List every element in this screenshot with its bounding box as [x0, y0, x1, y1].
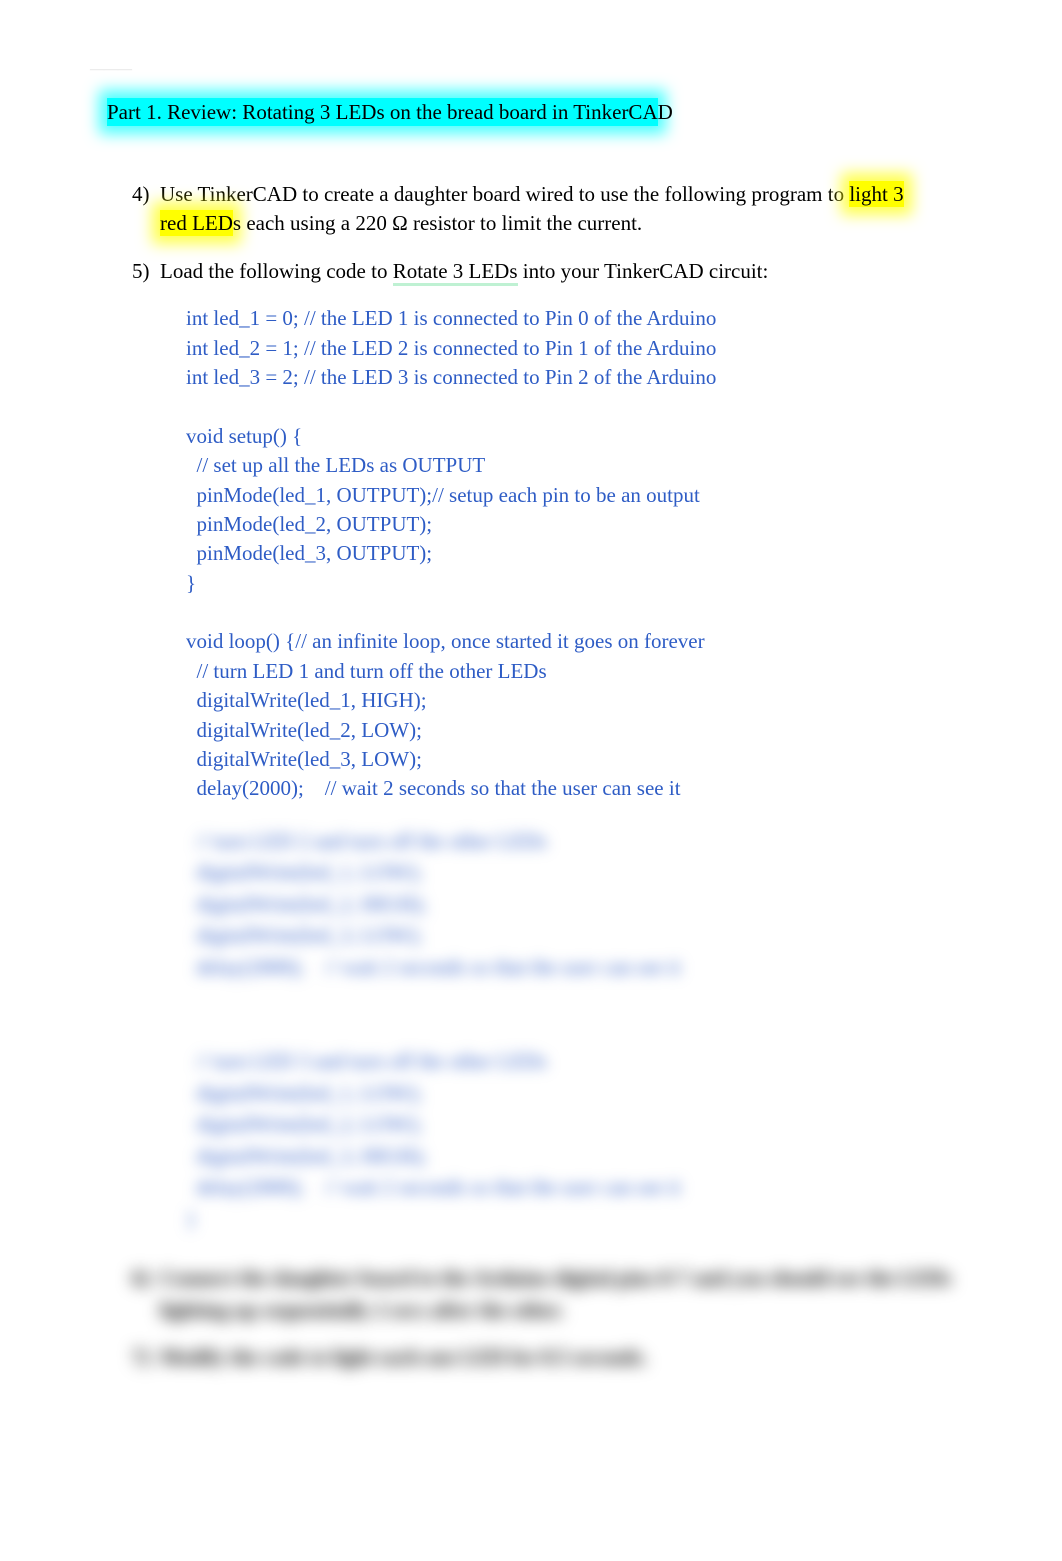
blurred-code-line: delay(2000); // wait 2 seconds so that t… — [186, 955, 681, 979]
code-line: digitalWrite(led_3, LOW); — [186, 747, 422, 771]
list-marker-4: 4) — [132, 180, 160, 239]
faded-header-mark: ——— — [90, 62, 132, 78]
blurred-code-line: digitalWrite(led_3, LOW); — [186, 923, 422, 947]
code-line: } — [186, 571, 196, 595]
blurred-code-line: // turn LED 2 and turn off the other LED… — [186, 829, 547, 853]
blurred-code-line: // turn LED 3 and turn off the other LED… — [186, 1049, 547, 1073]
blurred-code-block: // turn LED 2 and turn off the other LED… — [186, 826, 962, 1236]
heading-highlighted: Part 1. Review: Rotating 3 LEDs on the b… — [107, 98, 658, 126]
code-line: pinMode(led_2, OUTPUT); — [186, 512, 432, 536]
code-line: delay(2000); // wait 2 seconds so that t… — [186, 776, 681, 800]
code-line: void setup() { — [186, 424, 302, 448]
item5-post: into your TinkerCAD circuit: — [518, 259, 769, 283]
blurred-code-line: digitalWrite(led_1, LOW); — [186, 860, 422, 884]
list-item-5: 5) Load the following code to Rotate 3 L… — [132, 257, 962, 286]
list-content-4: Use TinkerCAD to create a daughter board… — [160, 180, 962, 239]
blurred-marker-7: 7) — [132, 1342, 160, 1374]
blurred-list-item-6: 6) Connect the daughter board to the Ard… — [132, 1263, 962, 1326]
blurred-content-6: Connect the daughter board to the Arduin… — [160, 1263, 962, 1326]
list-item-4: 4) Use TinkerCAD to create a daughter bo… — [132, 180, 962, 239]
blurred-code-line: } — [186, 1207, 196, 1231]
blurred-marker-6: 6) — [132, 1263, 160, 1326]
item4-highlight-2: red LED — [160, 210, 233, 236]
blurred-code-line: delay(2000); // wait 2 seconds so that t… — [186, 1175, 681, 1199]
blurred-code-line: digitalWrite(led_2, LOW); — [186, 1112, 422, 1136]
code-line: void loop() {// an infinite loop, once s… — [186, 629, 705, 653]
item4-post: s each using a 220 Ω resistor to limit t… — [233, 211, 642, 235]
blurred-code-line: digitalWrite(led_1, LOW); — [186, 1081, 422, 1105]
heading-trailing: D — [658, 100, 673, 124]
code-block: int led_1 = 0; // the LED 1 is connected… — [186, 304, 962, 804]
list-content-5: Load the following code to Rotate 3 LEDs… — [160, 257, 962, 286]
blurred-code-line: digitalWrite(led_2, HIGH); — [186, 892, 427, 916]
code-line: digitalWrite(led_1, HIGH); — [186, 688, 427, 712]
blurred-list: 6) Connect the daughter board to the Ard… — [132, 1263, 962, 1374]
item4-pre: Use TinkerCAD to create a daughter board… — [160, 182, 849, 206]
blurred-content-7: Modify the code to light each one LED fo… — [160, 1342, 962, 1374]
list-marker-5: 5) — [132, 257, 160, 286]
code-line: int led_3 = 2; // the LED 3 is connected… — [186, 365, 716, 389]
item4-highlight-1: light 3 — [849, 181, 903, 207]
code-line: int led_1 = 0; // the LED 1 is connected… — [186, 306, 716, 330]
code-line: // turn LED 1 and turn off the other LED… — [186, 659, 547, 683]
code-line: pinMode(led_1, OUTPUT);// setup each pin… — [186, 483, 700, 507]
code-line: pinMode(led_3, OUTPUT); — [186, 541, 432, 565]
ordered-list: 4) Use TinkerCAD to create a daughter bo… — [132, 180, 962, 286]
item5-pre: Load the following code to — [160, 259, 393, 283]
blurred-list-item-7: 7) Modify the code to light each one LED… — [132, 1342, 962, 1374]
item5-underlined: Rotate 3 LEDs — [393, 260, 518, 286]
code-line: int led_2 = 1; // the LED 2 is connected… — [186, 336, 716, 360]
blurred-code-line: digitalWrite(led_3, HIGH); — [186, 1144, 427, 1168]
code-line: // set up all the LEDs as OUTPUT — [186, 453, 485, 477]
code-line: digitalWrite(led_2, LOW); — [186, 718, 422, 742]
section-heading: Part 1. Review: Rotating 3 LEDs on the b… — [107, 100, 962, 125]
